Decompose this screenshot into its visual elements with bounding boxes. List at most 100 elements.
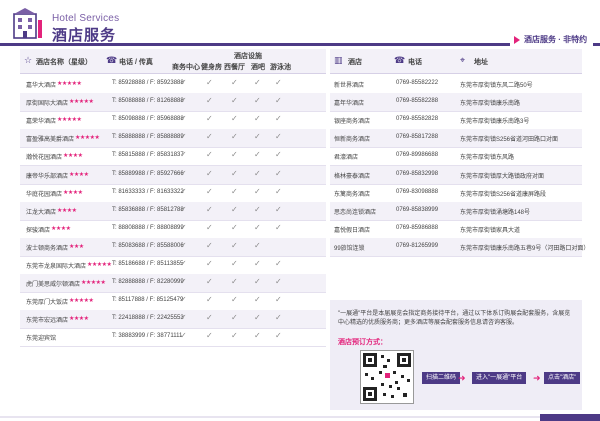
check-icon: ✓: [275, 114, 282, 124]
check-icon: ✓: [275, 150, 282, 160]
check-icon: ✓: [231, 78, 238, 87]
hotel-name: 东莞市龙泉国际大酒店: [26, 264, 87, 270]
col-gym: 健身房: [201, 64, 222, 71]
check-icon: ✓: [180, 313, 187, 323]
check-icon: ✓: [231, 186, 238, 196]
table-row: 厚街国际大酒店 ★★★★★ T: 85088888 / F: 81268888 ✓ ✓ ✓…: [20, 93, 326, 113]
check-icon: ✓: [180, 114, 187, 124]
phone-fax: T: 85088888 / F: 81268888: [112, 98, 184, 105]
badge-label: 酒店服务 · 非特约: [524, 35, 588, 44]
left-table-header: ☆ 酒店名称（星级） ☎ 电话 / 传真 酒店设施 商务中心 健身房 西餐厅 酒…: [20, 49, 326, 74]
table-row: 99旅馆连锁 0769-81265999 东莞市厚街镇康乐南路五巷9号（河田路口对面…: [330, 237, 589, 257]
col-bar: 酒吧: [251, 64, 265, 71]
check-icon: ✓: [275, 186, 282, 196]
step-click-hotel: 点击"酒店": [544, 372, 581, 384]
cell-hotel: 东篱商务酒店: [334, 191, 371, 198]
star-rating: ★★★★: [69, 171, 89, 178]
arrow-icon: [514, 36, 520, 44]
right-table-header: ▥ 酒店 ☎ 电话 ⌖ 地址: [330, 49, 582, 74]
phone-fax: T: 85117888 / F: 85125479: [112, 297, 184, 304]
hotel-name: 东莞市宏远酒店: [26, 318, 69, 325]
check-icon: ✓: [275, 331, 282, 341]
check-icon: ✓: [231, 222, 238, 232]
check-icon: ✓: [254, 313, 261, 323]
cell-address: 东莞市厚街镇家具大道: [460, 227, 521, 234]
table-row: 嘉年华酒店 0769-85582288 东莞市厚街镇康乐南路: [330, 93, 582, 113]
cell-hotel: 新世界酒店: [334, 83, 365, 89]
qr-code[interactable]: [360, 350, 414, 404]
star-rating: ★★★★★: [57, 81, 82, 87]
check-icon: ✓: [275, 168, 282, 178]
table-row: 格林豪泰酒店 0769-85832998 东莞市厚街镇厚大路镇政府对面: [330, 165, 582, 185]
table-row: 探骏酒店 ★★★★ T: 88808888 / F: 88808899 ✓ ✓ ✓ ✓ ✓: [20, 220, 326, 239]
check-icon: ✓: [231, 132, 238, 142]
brand-chinese-title: 酒店服务: [52, 27, 117, 44]
cell-hotel: 格林豪泰酒店: [334, 173, 371, 180]
phone-fax: T: 85815888 / F: 85831837: [112, 152, 184, 159]
brand-english-title: Hotel Services: [52, 13, 120, 24]
cell-address: 东莞市厚街镇S256省道康屏路段: [460, 191, 547, 198]
col-phone-fax: 电话 / 传真: [119, 59, 153, 66]
page-header: Hotel Services 酒店服务 酒店服务 · 非特约: [0, 0, 600, 46]
table-row: 江龙大酒店 ★★★★ T: 85836888 / F: 85812788 ✓ ✓ ✓ ✓ ✓: [20, 201, 326, 221]
table-row: 华庭花园酒店 ★★★★ T: 81633333 / F: 81633322 ✓ ✓ ✓ ✓ ✓: [20, 184, 326, 203]
check-icon: ✓: [254, 150, 261, 160]
check-icon: ✓: [254, 295, 261, 305]
table-row: 嘉华大酒店 ★★★★★ T: 85928888 / F: 85923888 ✓ ✓ ✓ ✓ ✓: [20, 75, 326, 94]
booking-promo-panel: "一展通"平台是本届展览会指定商务接待平台，通过以下体系订购展会配套服务，含展览…: [330, 300, 582, 410]
col-hotel: 酒店: [348, 59, 362, 66]
table-row: 新世界酒店 0769-85582222 东莞市厚街镇东风二路50号: [330, 75, 582, 94]
hotel-name: 东莞厚门大饭店: [26, 300, 69, 307]
phone-fax: T: 85888888 / F: 85888889: [112, 134, 184, 141]
check-icon: ✓: [231, 331, 238, 341]
hotel-name: 厚街国际大酒店: [26, 101, 69, 108]
phone-fax: T: 22418888 / F: 22425553: [112, 315, 184, 322]
hotel-name: 嘉华大酒店: [26, 83, 57, 89]
check-icon: ✓: [254, 277, 261, 287]
check-icon: ✓: [275, 313, 282, 323]
booking-method-label: 酒店预订方式：: [338, 339, 387, 346]
hotel-name: 探骏酒店: [26, 227, 51, 234]
check-icon: ✓: [206, 204, 213, 214]
table-row: 波士顿商务酒店 ★★★ T: 85083688 / F: 85588006 ✓ ✓ ✓ ✓: [20, 237, 326, 257]
check-icon: ✓: [231, 259, 238, 268]
check-icon: ✓: [206, 222, 213, 232]
phone-fax: T: 38883999 / F: 38771111: [112, 333, 183, 340]
check-icon: ✓: [275, 222, 282, 232]
promo-description: "一展通"平台是本届展览会指定商务接待平台，通过以下体系订购展会配套服务，含展览…: [338, 311, 571, 326]
star-icon: ☆: [24, 55, 33, 65]
check-icon: ✓: [275, 132, 282, 142]
check-icon: ✓: [275, 295, 282, 305]
hotel-name: 富盈雅高美爵酒店: [26, 137, 75, 144]
check-icon: ✓: [206, 114, 213, 124]
check-icon: ✓: [206, 150, 213, 160]
star-rating: ★★★★: [63, 189, 83, 196]
cell-hotel: 思恋尚连锁酒店: [334, 209, 377, 216]
check-icon: ✓: [206, 331, 213, 341]
check-icon: ✓: [206, 277, 213, 287]
hotel-name: 瀚悦花园酒店: [26, 155, 63, 162]
phone-fax: T: 85098888 / F: 85968888: [112, 116, 184, 123]
cell-hotel: 君濠酒店: [334, 155, 359, 162]
cell-phone: 0769-85986888: [396, 224, 439, 231]
col-phone: 电话: [408, 59, 422, 66]
cell-hotel: 恒新商务酒店: [334, 137, 371, 144]
check-icon: ✓: [254, 114, 261, 124]
check-icon: ✓: [231, 295, 238, 305]
check-icon: ✓: [275, 277, 282, 287]
check-icon: ✓: [231, 114, 238, 124]
cell-address: 东莞市厚街镇康乐南路五巷9号（河田路口对面）: [460, 245, 590, 252]
check-icon: ✓: [254, 240, 261, 250]
cell-address: 东莞市厚街镇S256省道河田路口对面: [460, 137, 559, 144]
cell-phone: 0769-85582222: [396, 80, 439, 86]
cell-address: 东莞市厚街镇涌塘路148号: [460, 209, 531, 216]
cell-address: 东莞市厚街镇厚大路镇政府对面: [460, 173, 545, 180]
col-pool: 游泳池: [270, 64, 291, 71]
check-icon: ✓: [254, 259, 261, 268]
table-row: 富盈雅高美爵酒店 ★★★★★ T: 85888888 / F: 85888889 ✓ ✓…: [20, 129, 326, 149]
table-row: 银座商务酒店 0769-85582828 东莞市厚街镇康乐南路3号: [330, 111, 582, 131]
check-icon: ✓: [254, 186, 261, 196]
check-icon: ✓: [231, 240, 238, 250]
check-icon: ✓: [206, 168, 213, 178]
hotel-name: 嘉荣华酒店: [26, 119, 57, 126]
